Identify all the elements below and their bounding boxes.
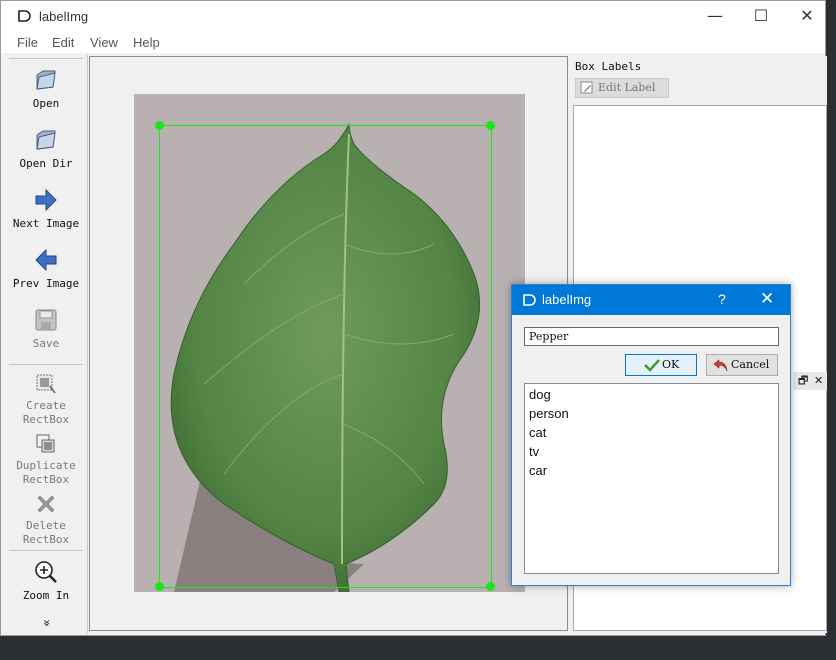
dialog-help-button[interactable]: ?: [718, 291, 726, 307]
duplicate-icon: [36, 434, 55, 453]
cancel-label: Cancel: [731, 358, 770, 371]
create-label-line2: RectBox: [22, 413, 70, 426]
ok-checkmark-icon: [644, 359, 660, 372]
arrow-right-icon: [35, 188, 57, 212]
edit-pencil-icon: [580, 81, 593, 94]
label-option-person[interactable]: person: [529, 406, 569, 421]
background-desktop-right: [826, 0, 836, 636]
dock-float-icon[interactable]: 🗗: [798, 372, 808, 390]
dialog-close-button[interactable]: ✕: [760, 289, 774, 309]
zoom-in-magnifier-icon: [35, 561, 57, 583]
delete-label-line1: Delete: [26, 519, 66, 532]
left-toolbar: Open Open Dir Next Image Prev Image Save…: [1, 55, 88, 633]
maximize-button[interactable]: ☐: [741, 5, 781, 27]
dock-close-icon[interactable]: ✕: [814, 372, 823, 390]
prev-image-label: Prev Image: [12, 277, 80, 290]
open-label: Open: [32, 97, 60, 110]
dock-controls: 🗗 ✕: [793, 372, 827, 390]
ok-button[interactable]: OK: [625, 354, 697, 376]
next-image-label: Next Image: [12, 217, 80, 230]
duplicate-rectbox-button[interactable]: Duplicate RectBox: [5, 433, 87, 487]
next-image-button[interactable]: Next Image: [5, 187, 87, 231]
open-dir-folder-icon: [36, 130, 56, 150]
toolbar-divider: [9, 58, 83, 59]
duplicate-label-line2: RectBox: [22, 473, 70, 486]
box-labels-title: Box Labels: [575, 60, 642, 73]
zoom-in-button[interactable]: Zoom In: [5, 559, 87, 603]
save-label: Save: [32, 337, 60, 350]
close-button[interactable]: ✕: [787, 5, 827, 27]
open-folder-icon: [36, 70, 56, 90]
open-button[interactable]: Open: [5, 67, 87, 111]
toolbar-extension-chevron-icon[interactable]: »: [40, 617, 54, 629]
bbox-handle-top-right[interactable]: [486, 121, 495, 130]
menu-file[interactable]: File: [17, 35, 38, 50]
bounding-box[interactable]: [159, 125, 492, 588]
label-option-car[interactable]: car: [529, 463, 547, 478]
label-option-dog[interactable]: dog: [529, 387, 551, 402]
dialog-title-bar[interactable]: labelImg ? ✕: [512, 285, 790, 315]
title-bar[interactable]: labelImg — ☐ ✕: [1, 1, 825, 31]
create-label-line1: Create: [26, 399, 66, 412]
label-dialog: labelImg ? ✕ OK Cancel dog person cat tv…: [511, 284, 791, 586]
dialog-title: labelImg: [542, 292, 592, 307]
app-logo-icon: [18, 10, 31, 22]
zoom-in-label: Zoom In: [22, 589, 70, 602]
label-options-list: dog person cat tv car: [524, 383, 779, 574]
bbox-handle-bottom-right[interactable]: [486, 582, 495, 591]
cancel-undo-arrow-icon: [713, 359, 728, 372]
delete-label-line2: RectBox: [22, 533, 70, 546]
edit-label-text: Edit Label: [598, 81, 656, 94]
prev-image-button[interactable]: Prev Image: [5, 247, 87, 291]
delete-x-icon: [37, 495, 55, 513]
image-canvas[interactable]: [89, 56, 568, 631]
open-dir-button[interactable]: Open Dir: [5, 127, 87, 171]
toolbar-divider: [9, 550, 83, 551]
background-desktop: [0, 636, 836, 660]
menu-view[interactable]: View: [90, 35, 118, 50]
label-name-input[interactable]: [524, 327, 779, 346]
minimize-button[interactable]: —: [695, 5, 735, 27]
save-disk-icon: [35, 309, 57, 331]
create-rectbox-button[interactable]: Create RectBox: [5, 373, 87, 427]
menu-help[interactable]: Help: [133, 35, 160, 50]
ok-label: OK: [662, 358, 680, 371]
duplicate-label-line1: Duplicate: [16, 459, 76, 472]
toolbar-divider: [9, 364, 83, 365]
cancel-button[interactable]: Cancel: [706, 354, 778, 376]
create-rect-icon: [36, 374, 56, 394]
save-button[interactable]: Save: [5, 307, 87, 351]
open-dir-label: Open Dir: [19, 157, 73, 170]
arrow-left-icon: [35, 248, 57, 272]
menu-bar: File Edit View Help: [1, 31, 825, 53]
label-option-tv[interactable]: tv: [529, 444, 539, 459]
label-option-cat[interactable]: cat: [529, 425, 546, 440]
bbox-handle-bottom-left[interactable]: [155, 582, 164, 591]
menu-edit[interactable]: Edit: [52, 35, 74, 50]
bbox-handle-top-left[interactable]: [155, 121, 164, 130]
window-title: labelImg: [39, 9, 89, 24]
edit-label-button[interactable]: Edit Label: [575, 78, 669, 98]
dialog-app-logo-icon: [523, 294, 536, 306]
delete-rectbox-button[interactable]: Delete RectBox: [5, 493, 87, 547]
